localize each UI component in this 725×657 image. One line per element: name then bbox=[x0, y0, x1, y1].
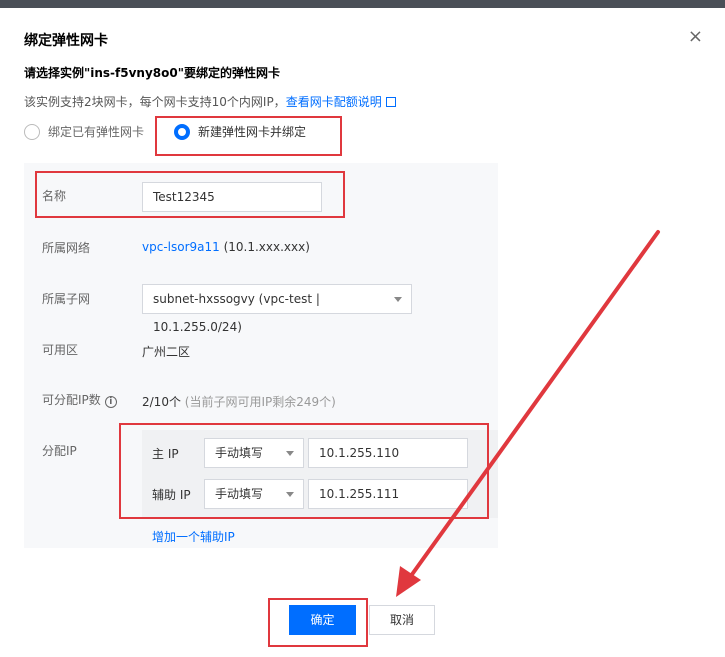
annotation-arrow bbox=[396, 230, 660, 597]
